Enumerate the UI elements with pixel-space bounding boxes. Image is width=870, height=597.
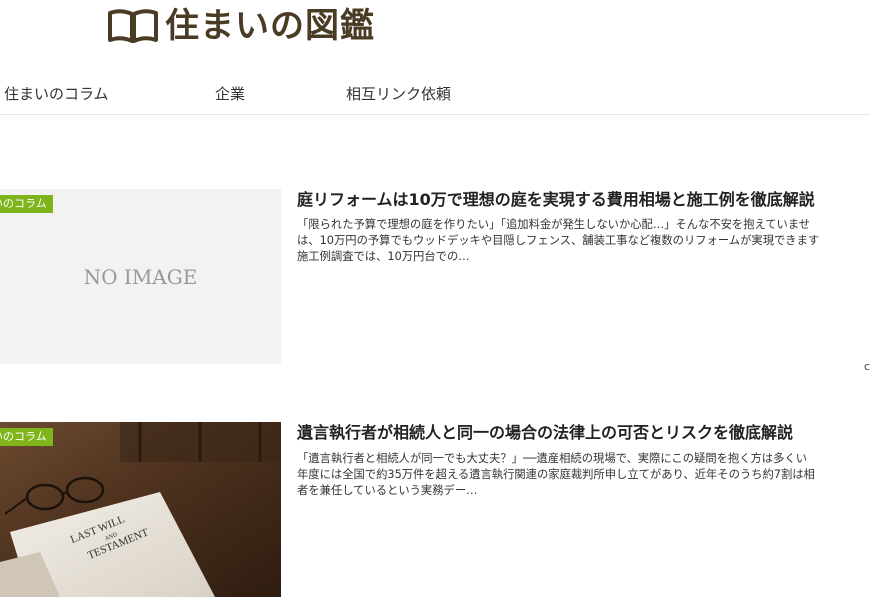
main-nav: 住まいのコラム 企業 相互リンク依頼	[0, 74, 870, 115]
nav-item-companies[interactable]: 企業	[215, 84, 245, 104]
no-image-text: NO IMAGE	[83, 264, 198, 289]
article-thumbnail[interactable]: NO IMAGE いのコラム	[0, 189, 281, 364]
article-excerpt: 「限られた予算で理想の庭を作りたい」「追加料金が発生しないか心配…」そんな不安を…	[297, 218, 820, 263]
logo-text: 住まいの図鑑	[165, 6, 375, 46]
article-title[interactable]: 庭リフォームは10万で理想の庭を実現する費用相場と施工例を徹底解説	[297, 189, 870, 211]
open-book-icon	[108, 9, 158, 43]
nav-item-column[interactable]: 住まいのコラム	[4, 84, 109, 104]
article-thumbnail[interactable]: LAST WILL AND TESTAMENT いのコラム	[0, 422, 281, 597]
edge-mark: c	[864, 360, 870, 373]
testament-photo: LAST WILL AND TESTAMENT	[0, 422, 281, 597]
site-logo[interactable]: 住まいの図鑑	[107, 4, 375, 48]
article-excerpt: 「遺言執行者と相続人が同一でも大丈夫？」──遺産相続の現場で、実際にこの疑問を抱…	[297, 452, 815, 497]
nav-item-link-request[interactable]: 相互リンク依頼	[346, 84, 451, 104]
article-title[interactable]: 遺言執行者が相続人と同一の場合の法律上の可否とリスクを徹底解説	[297, 422, 870, 444]
category-badge[interactable]: いのコラム	[0, 195, 53, 213]
category-badge[interactable]: いのコラム	[0, 428, 53, 446]
